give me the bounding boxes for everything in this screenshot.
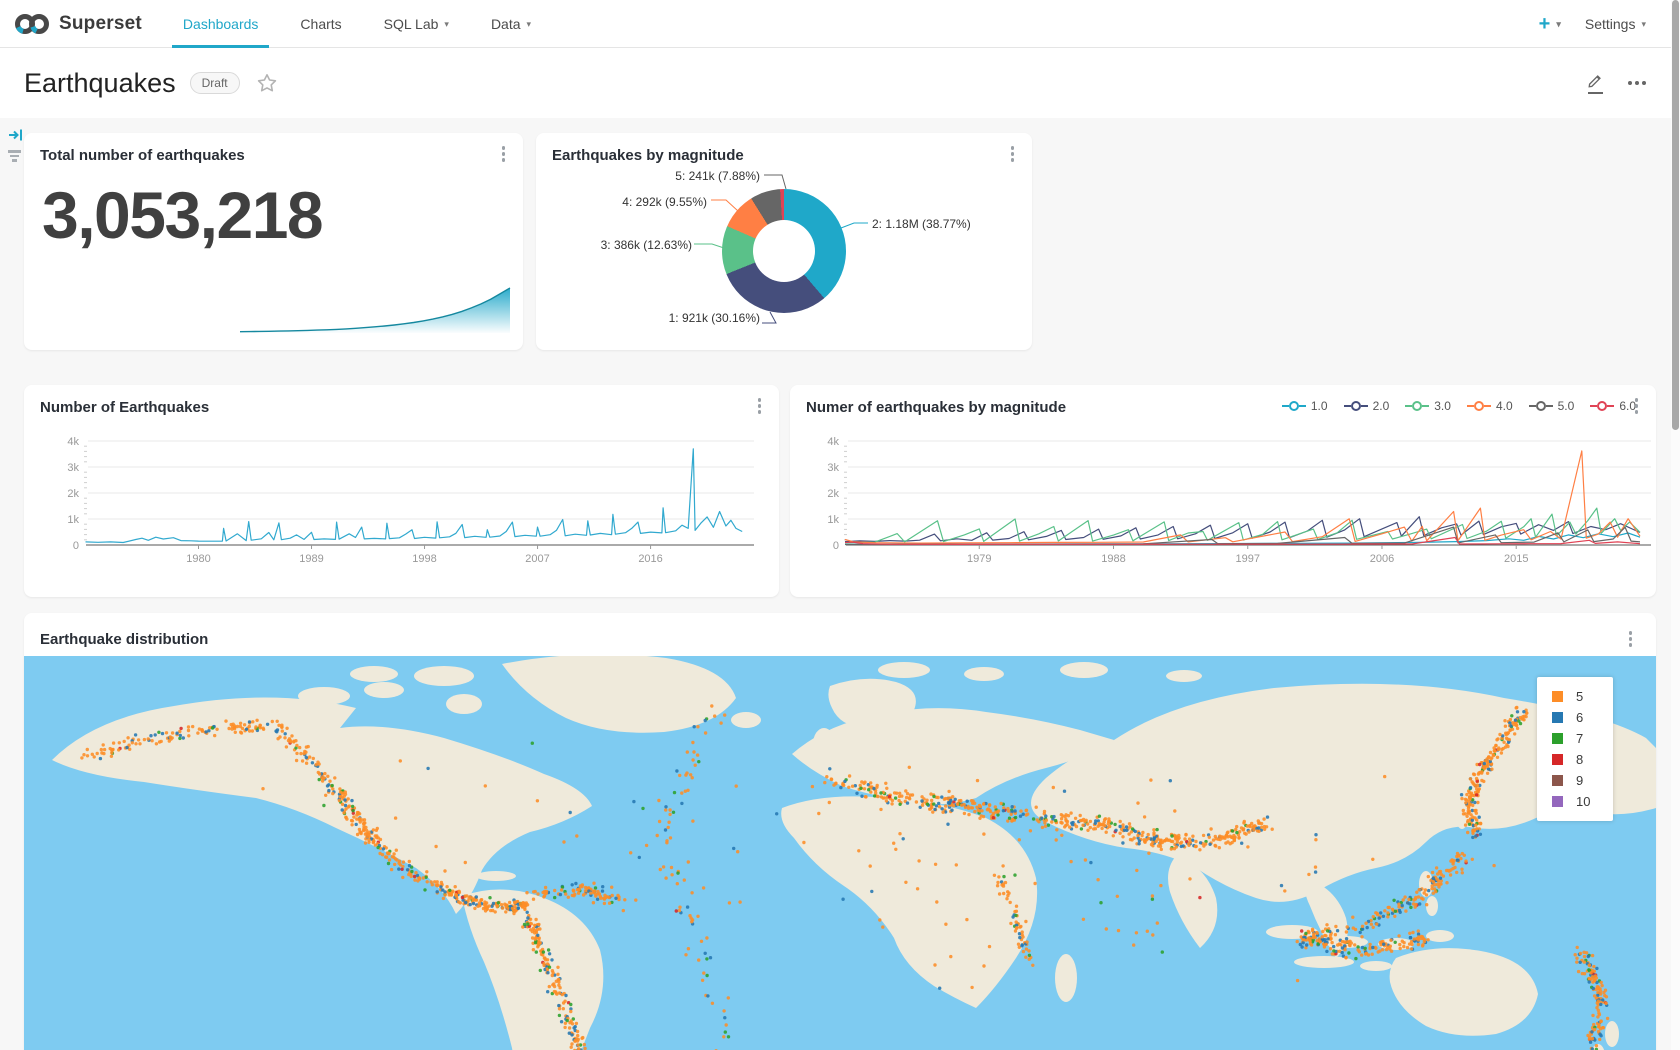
settings-menu[interactable]: Settings ▾	[1585, 16, 1646, 32]
favorite-star-icon[interactable]	[257, 73, 277, 93]
map-legend-item-5: 5	[1552, 689, 1613, 704]
legend-item-5.0[interactable]: 5.0	[1529, 399, 1575, 413]
svg-text:1989: 1989	[299, 553, 323, 565]
big-number-value: 3,053,218	[42, 177, 322, 253]
navbar-right: + ▾ Settings ▾	[1539, 14, 1680, 34]
card-number-of-earthquakes: Number of Earthquakes 0 1k 2k 3k 4k 1980 1989 1…	[24, 385, 779, 597]
svg-text:1979: 1979	[967, 553, 991, 565]
nav-item-dashboards[interactable]: Dashboards	[162, 0, 280, 47]
status-badge: Draft	[190, 72, 240, 94]
svg-text:1980: 1980	[186, 553, 210, 565]
nav-item-data[interactable]: Data▾	[470, 0, 552, 47]
svg-text:3k: 3k	[827, 462, 839, 474]
superset-logo[interactable]: Superset	[0, 12, 162, 36]
card-number-of-earthquakes-by-magnitude: Numer of earthquakes by magnitude 1.0 2.0…	[790, 385, 1656, 597]
arrow-right-to-bar-icon	[8, 128, 23, 142]
pencil-icon	[1586, 72, 1604, 90]
new-item-button[interactable]: + ▾	[1539, 14, 1561, 34]
chart-kebab-menu-icon[interactable]	[1635, 398, 1639, 414]
svg-text:0: 0	[833, 540, 839, 552]
nav-item-sql-lab[interactable]: SQL Lab▾	[363, 0, 470, 47]
card-title: Earthquake distribution	[40, 631, 208, 648]
card-total-number-of-earthquakes: Total number of earthquakes 3,053,218	[24, 133, 523, 350]
svg-text:1k: 1k	[67, 514, 79, 526]
svg-text:2007: 2007	[525, 553, 549, 565]
svg-text:2016: 2016	[638, 553, 662, 565]
map-legend-item-7: 7	[1552, 731, 1613, 746]
filters-icon[interactable]	[8, 150, 21, 162]
svg-text:3k: 3k	[67, 462, 79, 474]
chart-kebab-menu-icon[interactable]	[1011, 146, 1015, 162]
donut-label: 1: 921k (30.16%)	[669, 311, 760, 325]
donut-label: 2: 1.18M (38.77%)	[872, 217, 971, 231]
donut-chart[interactable]	[722, 189, 846, 313]
plus-icon: +	[1539, 14, 1551, 34]
chevron-down-icon: ▾	[1641, 19, 1646, 30]
chart-kebab-menu-icon[interactable]	[502, 146, 506, 162]
scrollbar-thumb[interactable]	[1672, 0, 1679, 430]
legend-item-2.0[interactable]: 2.0	[1344, 399, 1390, 413]
time-series-chart[interactable]: 0 1k 2k 3k 4k 1979 1988 1997 2006 2015	[790, 385, 1656, 597]
nav-item-charts[interactable]: Charts	[279, 0, 362, 47]
svg-text:4k: 4k	[827, 436, 839, 448]
dashboard-grid: Total number of earthquakes 3,053,218 Ea…	[0, 118, 1680, 1050]
expand-filter-bar-button[interactable]	[8, 128, 23, 147]
svg-text:1k: 1k	[827, 514, 839, 526]
svg-text:1997: 1997	[1235, 553, 1259, 565]
legend-item-1.0[interactable]: 1.0	[1282, 399, 1328, 413]
dashboard-header: Earthquakes Draft	[0, 48, 1680, 118]
legend-item-4.0[interactable]: 4.0	[1467, 399, 1513, 413]
svg-text:0: 0	[73, 540, 79, 552]
chevron-down-icon: ▾	[444, 19, 449, 30]
nav-menu: Dashboards Charts SQL Lab▾ Data▾	[162, 0, 552, 47]
svg-text:4k: 4k	[67, 436, 79, 448]
map-legend-item-10: 10	[1552, 794, 1613, 809]
map-legend-item-8: 8	[1552, 752, 1613, 767]
superset-infinity-icon	[14, 12, 50, 36]
legend-item-6.0[interactable]: 6.0	[1590, 399, 1636, 413]
card-earthquakes-by-magnitude: Earthquakes by magnitude 2: 1.18M (38.77…	[536, 133, 1032, 350]
navbar: Superset Dashboards Charts SQL Lab▾ Data…	[0, 0, 1680, 48]
card-title: Total number of earthquakes	[40, 147, 245, 164]
chart-kebab-menu-icon[interactable]	[758, 398, 762, 414]
world-map[interactable]	[24, 656, 1656, 1050]
brand-name: Superset	[59, 13, 142, 35]
card-earthquake-distribution: Earthquake distribution	[24, 613, 1656, 1050]
svg-text:2k: 2k	[827, 488, 839, 500]
time-series-chart[interactable]: 0 1k 2k 3k 4k 1980 1989 1998 2007 2016	[24, 385, 779, 597]
card-title: Earthquakes by magnitude	[552, 147, 744, 164]
card-title: Numer of earthquakes by magnitude	[806, 399, 1066, 416]
chevron-down-icon: ▾	[527, 19, 532, 30]
page-scrollbar[interactable]	[1671, 0, 1680, 1050]
svg-text:2015: 2015	[1504, 553, 1528, 565]
svg-text:2k: 2k	[67, 488, 79, 500]
svg-text:1998: 1998	[412, 553, 436, 565]
map-legend-item-6: 6	[1552, 710, 1613, 725]
header-actions	[1586, 72, 1646, 94]
page-title: Earthquakes	[24, 68, 176, 99]
donut-label: 3: 386k (12.63%)	[601, 238, 692, 252]
edit-dashboard-button[interactable]	[1586, 72, 1604, 94]
svg-text:1988: 1988	[1101, 553, 1125, 565]
card-title: Number of Earthquakes	[40, 399, 209, 416]
donut-label: 5: 241k (7.88%)	[675, 169, 760, 183]
map-legend: 5 6 7 8 9 10	[1537, 677, 1613, 821]
chart-kebab-menu-icon[interactable]	[1629, 631, 1633, 647]
chart-legend: 1.0 2.0 3.0 4.0 5.0 6.0	[1282, 399, 1636, 413]
chevron-down-icon: ▾	[1556, 20, 1561, 29]
map-legend-item-9: 9	[1552, 773, 1613, 788]
more-actions-ellipsis-icon[interactable]	[1628, 81, 1646, 85]
donut-label: 4: 292k (9.55%)	[622, 195, 707, 209]
legend-item-3.0[interactable]: 3.0	[1405, 399, 1451, 413]
svg-text:2006: 2006	[1370, 553, 1394, 565]
